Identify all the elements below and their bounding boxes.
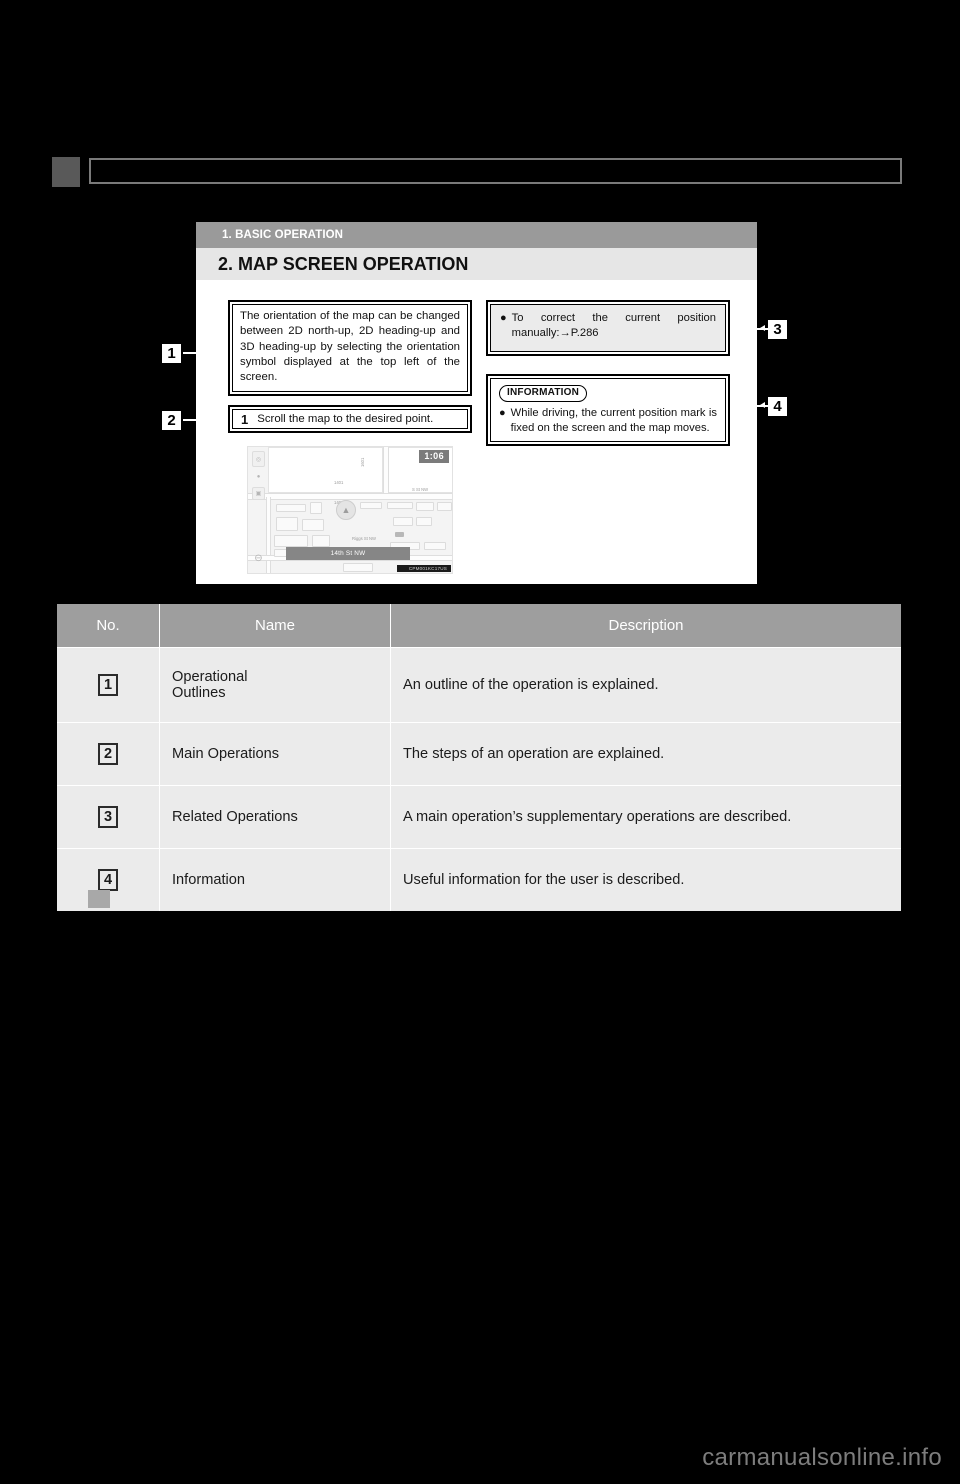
row-name-line1: Operational <box>172 669 248 685</box>
map-label-1401: 1401 <box>334 480 344 485</box>
page-header-bar <box>52 157 902 187</box>
north-up-orientation-icon[interactable]: ◎ <box>252 451 265 467</box>
column-header-description: Description <box>390 604 901 648</box>
main-operations-box: 1 Scroll the map to the desired point. <box>228 405 472 433</box>
leader-arrow-4 <box>760 402 765 408</box>
related-operations-box: ● To correct the current position manual… <box>486 300 730 356</box>
current-position-mark-icon: ▲ <box>336 500 356 520</box>
column-header-name: Name <box>159 604 391 648</box>
row-number-badge: 2 <box>98 743 118 765</box>
table-row: 2 Main Operations The steps of an operat… <box>57 722 901 786</box>
section-marker-swatch <box>88 890 110 908</box>
poi-pin-icon[interactable]: ● <box>252 470 265 483</box>
row-name: Related Operations <box>159 785 391 849</box>
information-box: INFORMATION ● While driving, the current… <box>486 374 730 446</box>
row-name: Operational Outlines <box>159 647 391 723</box>
leader-arrow-2 <box>213 416 218 422</box>
header-title-frame <box>89 158 902 184</box>
leader-line-2 <box>183 419 217 421</box>
table-row: 4 Information Useful information for the… <box>57 848 901 911</box>
figure-sample-page: 1. BASIC OPERATION 2. MAP SCREEN OPERATI… <box>196 222 757 584</box>
map-poi-marker-icon <box>395 532 404 537</box>
zoom-out-icon[interactable]: ⊖ <box>252 552 265 565</box>
figure-title-band: 2. MAP SCREEN OPERATION <box>196 248 757 280</box>
map-screen-screenshot: 1401 1400 1601 S St NW Riggs St NW ◎ ● ▣… <box>247 446 453 574</box>
row-description: An outline of the operation is explained… <box>390 647 901 723</box>
row-name: Main Operations <box>159 722 391 786</box>
row-number-badge: 1 <box>98 674 118 696</box>
column-header-no: No. <box>57 604 160 648</box>
header-color-swatch <box>52 157 80 187</box>
callout-marker-2: 2 <box>160 409 183 432</box>
table-row: 3 Related Operations A main operation’s … <box>57 785 901 849</box>
page-watermark: carmanualsonline.info <box>702 1444 942 1471</box>
callout-marker-1: 1 <box>160 342 183 365</box>
bullet-icon: ● <box>499 407 506 420</box>
callout-marker-3: 3 <box>766 318 789 341</box>
information-badge: INFORMATION <box>499 385 588 403</box>
operational-outlines-box: The orientation of the map can be change… <box>228 300 472 396</box>
step-number: 1 <box>241 411 249 427</box>
table-row: 1 Operational Outlines An outline of the… <box>57 647 901 723</box>
map-street-name-bar: 14th St NW <box>286 547 410 560</box>
related-operations-text: To correct the current position manually… <box>511 312 716 339</box>
callout-marker-4: 4 <box>766 395 789 418</box>
row-description: The steps of an operation are explained. <box>390 722 901 786</box>
step-text: Scroll the map to the desired point. <box>257 413 434 425</box>
map-layer-icon[interactable]: ▣ <box>252 487 265 500</box>
row-description: A main operation’s supplementary operati… <box>390 785 901 849</box>
row-name-line2: Outlines <box>172 685 226 701</box>
row-number-badge: 3 <box>98 806 118 828</box>
map-label-1601: 1601 <box>360 457 365 467</box>
row-description: Useful information for the user is descr… <box>390 848 901 911</box>
map-label-s-st-nw: S St NW <box>412 487 429 492</box>
information-text: While driving, the current position mark… <box>510 407 717 434</box>
row-number-badge: 4 <box>98 869 118 891</box>
leader-arrow-3 <box>760 325 765 331</box>
operational-outlines-text: The orientation of the map can be change… <box>232 304 468 392</box>
leader-arrow-1 <box>213 349 218 355</box>
row-name: Information <box>159 848 391 911</box>
map-image-code: CPM001KC17US <box>396 565 451 572</box>
bullet-icon: ● <box>500 312 507 324</box>
map-clock: 1:06 <box>419 450 449 463</box>
legend-table: No. Name Description 1 Operational Outli… <box>57 604 901 911</box>
table-header-row: No. Name Description <box>57 604 901 648</box>
figure-section-band: 1. BASIC OPERATION <box>196 222 757 248</box>
leader-line-1 <box>183 352 217 354</box>
map-label-riggs-st-nw: Riggs St NW <box>352 536 376 541</box>
